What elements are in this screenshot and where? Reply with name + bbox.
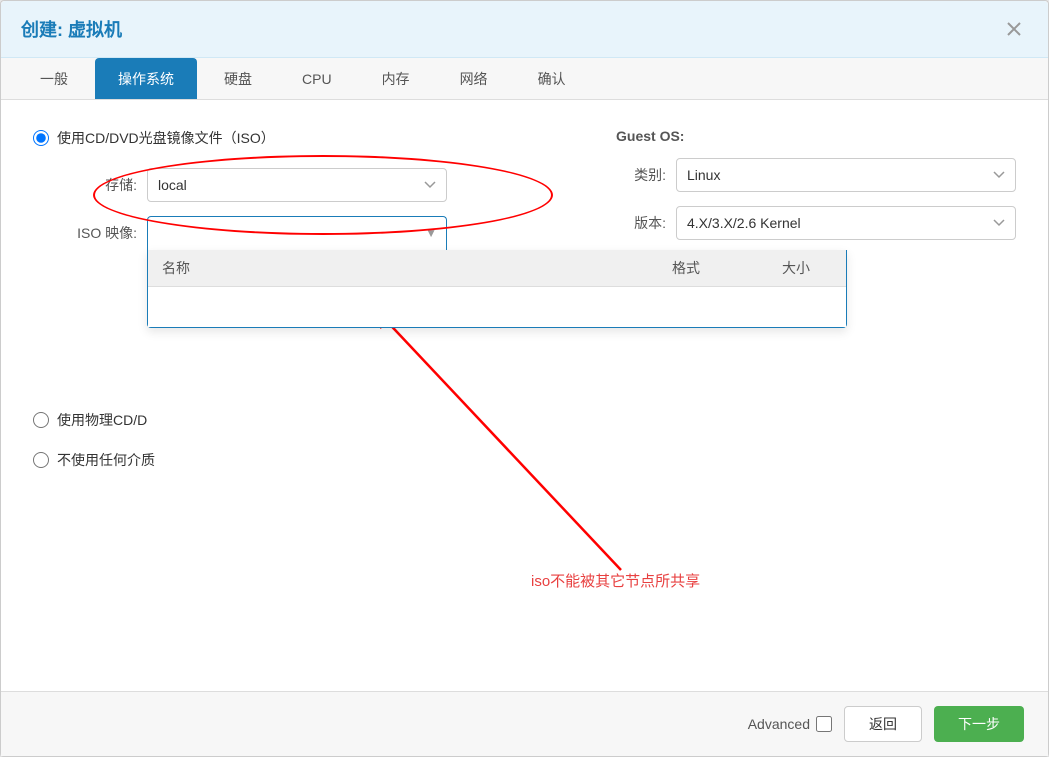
dialog-header: 创建: 虚拟机 [1, 1, 1048, 58]
dialog-footer: Advanced 返回 下一步 [1, 691, 1048, 756]
iso-dropdown-wrapper: ▼ 名称 格式 大小 [147, 216, 447, 250]
version-label: 版本: [616, 213, 666, 233]
tab-os[interactable]: 操作系统 [95, 58, 197, 99]
tab-disk[interactable]: 硬盘 [201, 58, 275, 99]
category-row: 类别: Linux [616, 158, 1016, 192]
version-select[interactable]: 4.X/3.X/2.6 Kernel [676, 206, 1016, 240]
advanced-checkbox[interactable] [816, 716, 832, 732]
storage-label: 存储: [57, 175, 137, 195]
advanced-label[interactable]: Advanced [748, 716, 832, 732]
category-label: 类别: [616, 165, 666, 185]
tab-bar: 一般 操作系统 硬盘 CPU 内存 网络 确认 [1, 58, 1048, 100]
back-button[interactable]: 返回 [844, 706, 922, 742]
no-media-label: 不使用任何介质 [57, 450, 155, 470]
iso-dropdown-menu: 名称 格式 大小 [147, 250, 847, 328]
tab-general[interactable]: 一般 [17, 58, 91, 99]
create-vm-dialog: 创建: 虚拟机 一般 操作系统 硬盘 CPU 内存 网络 确认 使用CD/DVD… [0, 0, 1049, 757]
tab-network[interactable]: 网络 [437, 58, 511, 99]
use-physical-radio-label[interactable]: 使用物理CD/D [33, 410, 147, 430]
close-button[interactable] [1000, 15, 1028, 43]
dropdown-body [148, 287, 846, 327]
no-media-radio[interactable] [33, 452, 49, 468]
dropdown-header: 名称 格式 大小 [148, 250, 846, 287]
use-physical-section: 使用物理CD/D [33, 410, 1016, 430]
col-size-header: 大小 [746, 250, 846, 286]
tab-memory[interactable]: 内存 [359, 58, 433, 99]
dialog-title: 创建: 虚拟机 [21, 16, 122, 42]
close-icon [1006, 21, 1022, 37]
iso-image-input[interactable] [147, 216, 447, 250]
next-button[interactable]: 下一步 [934, 706, 1024, 742]
advanced-text: Advanced [748, 716, 810, 732]
storage-select[interactable]: local [147, 168, 447, 202]
version-row: 版本: 4.X/3.X/2.6 Kernel [616, 206, 1016, 240]
use-physical-label: 使用物理CD/D [57, 410, 147, 430]
no-media-section: 不使用任何介质 [33, 450, 1016, 470]
use-physical-radio[interactable] [33, 412, 49, 428]
iso-label: ISO 映像: [57, 223, 137, 243]
use-iso-radio-label[interactable]: 使用CD/DVD光盘镜像文件（ISO） [33, 128, 275, 148]
use-iso-label: 使用CD/DVD光盘镜像文件（ISO） [57, 128, 275, 148]
guest-os-section: Guest OS: 类别: Linux 版本: 4.X/3.X/2.6 Kern… [616, 128, 1016, 254]
no-media-radio-label[interactable]: 不使用任何介质 [33, 450, 155, 470]
guest-os-title: Guest OS: [616, 128, 1016, 144]
col-name-header: 名称 [148, 250, 626, 286]
tab-cpu[interactable]: CPU [279, 60, 355, 97]
tab-confirm[interactable]: 确认 [515, 58, 589, 99]
use-iso-radio[interactable] [33, 130, 49, 146]
dialog-body: 使用CD/DVD光盘镜像文件（ISO） 存储: local ISO 映像: ▼ [1, 100, 1048, 691]
category-select[interactable]: Linux [676, 158, 1016, 192]
annotation-text: iso不能被其它节点所共享 [531, 570, 700, 591]
col-format-header: 格式 [626, 250, 746, 286]
